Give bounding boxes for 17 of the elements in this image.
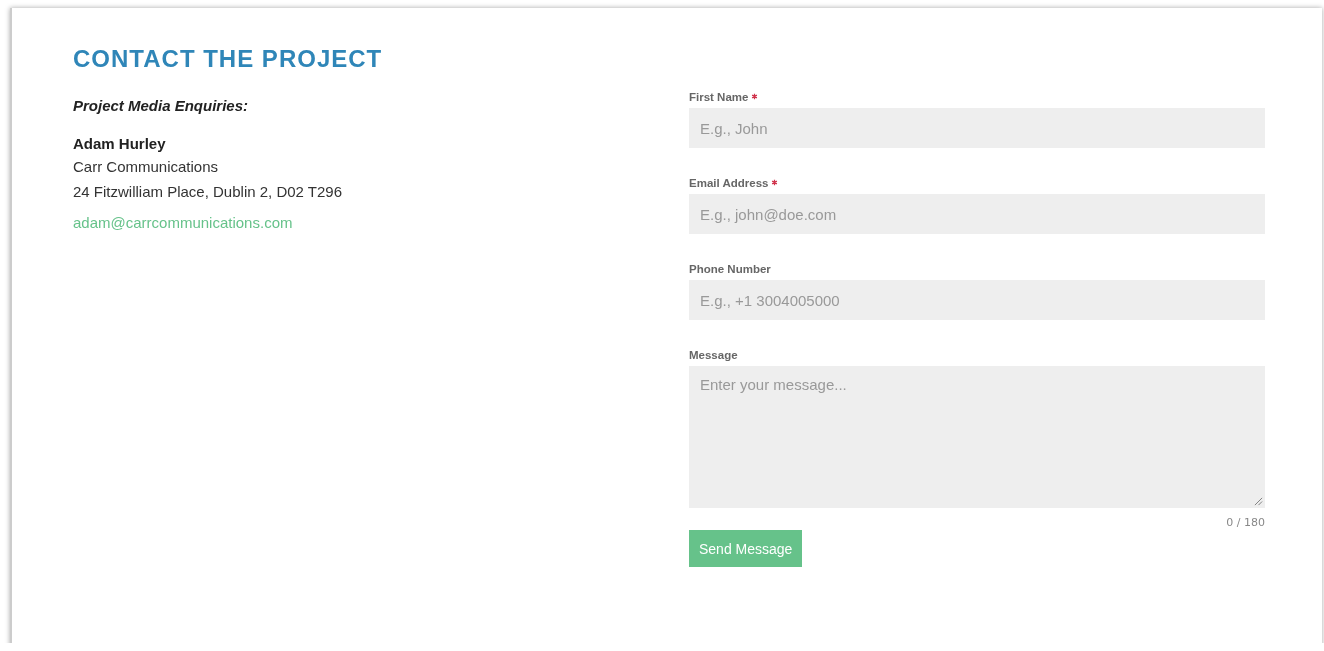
input-field[interactable]: E.g., John — [689, 108, 1265, 148]
section-title: CONTACT THE PROJECT — [73, 44, 384, 74]
field-label: Message — [689, 348, 738, 361]
message-field[interactable]: Enter your message... — [689, 366, 1265, 508]
input-field[interactable]: E.g., john@doe.com — [689, 194, 1265, 234]
enquiries-heading: Project Media Enquiries: — [73, 96, 250, 116]
email-link[interactable]: adam@carrcommunications.com — [73, 214, 293, 231]
input-field[interactable]: E.g., +1 3004005000 — [689, 280, 1265, 320]
resize-handle-icon[interactable] — [1254, 497, 1263, 506]
send-button[interactable]: Send Message — [689, 530, 803, 567]
company-name: Carr Communications — [73, 157, 220, 177]
contact-name: Adam Hurley — [73, 134, 167, 154]
field-label: Email Address — [689, 176, 769, 189]
character-counter: 0 / 180 — [1226, 516, 1265, 530]
field-label: First Name — [689, 90, 749, 103]
address: 24 Fitzwilliam Place, Dublin 2, D02 T296 — [73, 182, 343, 202]
field-label: Phone Number — [689, 262, 771, 275]
